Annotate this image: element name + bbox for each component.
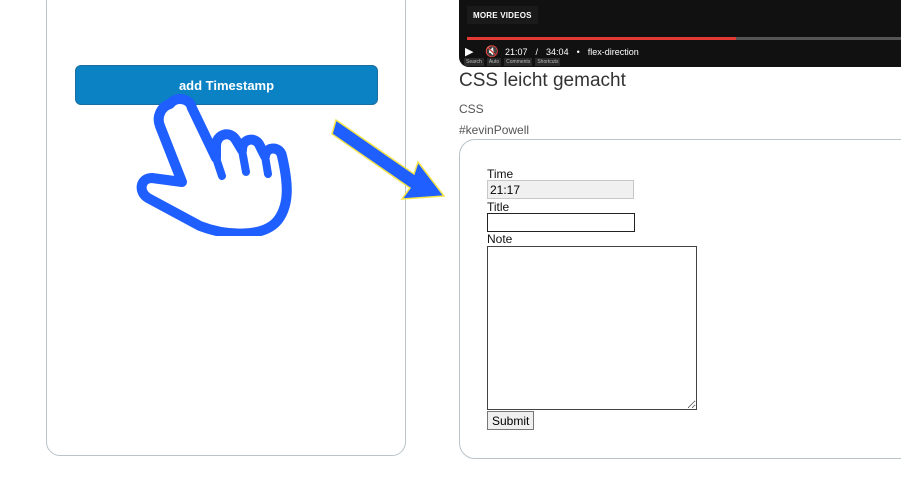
video-title: CSS leicht gemacht <box>459 70 626 91</box>
mute-icon[interactable]: 🔇 <box>485 46 499 58</box>
more-videos-button[interactable]: MORE VIDEOS <box>467 6 538 24</box>
player-label: Shortcuts <box>535 58 561 66</box>
play-icon[interactable]: ▶ <box>465 46 477 58</box>
tag-css: CSS <box>459 102 484 116</box>
title-input[interactable] <box>487 213 635 232</box>
time-separator: / <box>535 47 539 57</box>
note-label: Note <box>487 232 513 246</box>
tag-kevinpowell: #kevinPowell <box>459 123 530 137</box>
video-time-current: 21:07 <box>505 47 528 57</box>
video-chapter: flex-direction <box>587 47 639 57</box>
chapter-separator: • <box>576 47 580 57</box>
submit-button[interactable]: Submit <box>487 411 535 430</box>
diagonal-arrow-icon <box>331 118 446 200</box>
note-textarea[interactable] <box>487 246 697 410</box>
video-progress-bar[interactable] <box>467 37 901 40</box>
player-label: Search <box>464 58 484 66</box>
title-label: Title <box>487 200 510 214</box>
player-label: Auto <box>486 58 502 66</box>
time-label: Time <box>487 167 514 181</box>
video-progress-fill <box>467 37 737 40</box>
player-label: Comments <box>504 58 533 66</box>
player-label-row: Search Auto Comments Shortcuts <box>464 58 561 66</box>
video-time-duration: 34:04 <box>546 47 569 57</box>
pointing-hand-icon <box>136 94 292 236</box>
time-input[interactable] <box>487 180 634 199</box>
